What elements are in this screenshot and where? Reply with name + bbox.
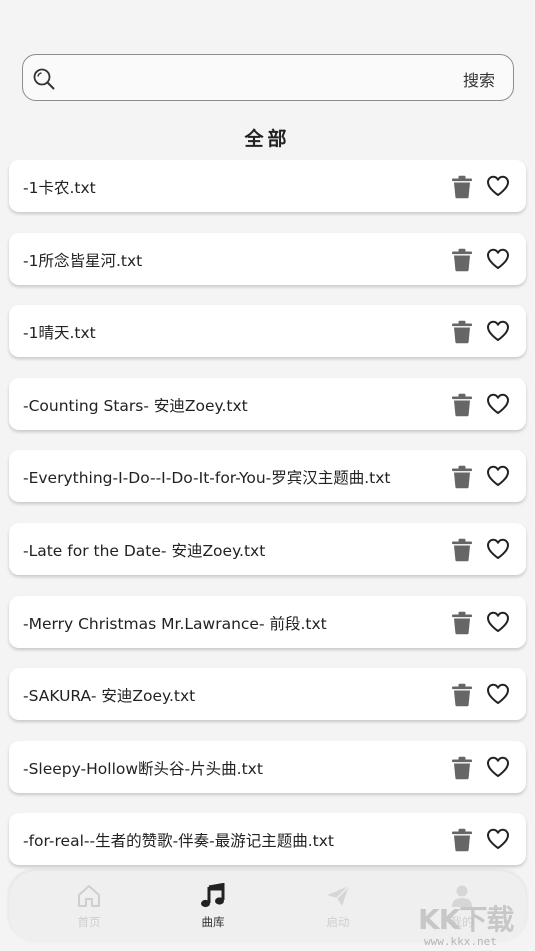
heart-icon[interactable] (486, 611, 510, 633)
heart-icon[interactable] (486, 248, 510, 270)
heart-icon[interactable] (486, 320, 510, 342)
search-bar: 搜索 (22, 54, 514, 101)
trash-icon[interactable] (451, 393, 473, 417)
heart-icon[interactable] (486, 465, 510, 487)
heart-icon[interactable] (486, 683, 510, 705)
trash-icon[interactable] (451, 248, 473, 272)
search-button[interactable]: 搜索 (463, 67, 495, 91)
trash-icon[interactable] (451, 828, 473, 852)
trash-icon[interactable] (451, 611, 473, 635)
music-note-icon (201, 883, 225, 908)
search-icon (33, 68, 55, 90)
list-item[interactable]: -Sleepy-Hollow断头谷-片头曲.txt (9, 740, 526, 793)
nav-label: 首页 (77, 915, 101, 929)
list-item[interactable]: -1晴天.txt (9, 305, 526, 358)
trash-icon[interactable] (451, 756, 473, 780)
song-name: -Everything-I-Do--I-Do-It-for-You-罗宾汉主题曲… (23, 469, 391, 488)
trash-icon[interactable] (451, 320, 473, 344)
list-item[interactable]: -Everything-I-Do--I-Do-It-for-You-罗宾汉主题曲… (9, 450, 526, 503)
nav-item-library[interactable]: 曲库 (173, 871, 253, 941)
watermark-url: www.kkx.net (424, 935, 497, 948)
song-name: -1卡农.txt (23, 179, 96, 197)
song-name: -Late for the Date- 安迪Zoey.txt (23, 541, 266, 560)
heart-icon[interactable] (486, 393, 510, 415)
list-item[interactable]: -1卡农.txt (9, 160, 526, 212)
song-name: -1晴天.txt (23, 324, 96, 343)
nav-item-launch[interactable]: 启动 (298, 871, 378, 941)
list-item[interactable]: -Late for the Date- 安迪Zoey.txt (9, 522, 526, 575)
nav-label: 曲库 (201, 915, 225, 929)
heart-icon[interactable] (486, 175, 510, 197)
list-item[interactable]: -1所念皆星河.txt (9, 232, 526, 285)
song-name: -1所念皆星河.txt (23, 251, 143, 270)
song-list: -1卡农.txt -1所念皆星河.txt -1晴天.txt -Counting … (9, 160, 526, 886)
trash-icon[interactable] (451, 465, 473, 489)
trash-icon[interactable] (451, 538, 473, 562)
list-item[interactable]: -for-real--生者的赞歌-伴奏-最游记主题曲.txt (9, 813, 526, 866)
heart-icon[interactable] (486, 828, 510, 850)
nav-item-home[interactable]: 首页 (49, 871, 129, 941)
list-item[interactable]: -Merry Christmas Mr.Lawrance- 前段.txt (9, 595, 526, 648)
list-item[interactable]: -SAKURA- 安迪Zoey.txt (9, 668, 526, 721)
section-title: 全部 (244, 128, 291, 150)
paper-plane-icon (327, 885, 350, 906)
page: 搜索 全部 -1卡农.txt -1所念皆星河.txt -1晴天.txt -Cou… (0, 0, 535, 951)
watermark-brand: KK下载 (418, 903, 514, 936)
song-name: -for-real--生者的赞歌-伴奏-最游记主题曲.txt (23, 832, 335, 851)
list-item[interactable]: -Counting Stars- 安迪Zoey.txt (9, 377, 526, 430)
nav-label: 启动 (326, 915, 350, 929)
trash-icon[interactable] (451, 175, 473, 199)
song-name: -SAKURA- 安迪Zoey.txt (23, 687, 196, 706)
watermark: KK下载 www.kkx.net (416, 898, 535, 950)
home-icon (78, 885, 100, 907)
trash-icon[interactable] (451, 683, 473, 707)
song-name: -Sleepy-Hollow断头谷-片头曲.txt (23, 759, 263, 778)
search-input[interactable] (67, 63, 427, 93)
song-name: -Counting Stars- 安迪Zoey.txt (23, 396, 248, 415)
song-name: -Merry Christmas Mr.Lawrance- 前段.txt (23, 614, 327, 633)
heart-icon[interactable] (486, 756, 510, 778)
heart-icon[interactable] (486, 538, 510, 560)
